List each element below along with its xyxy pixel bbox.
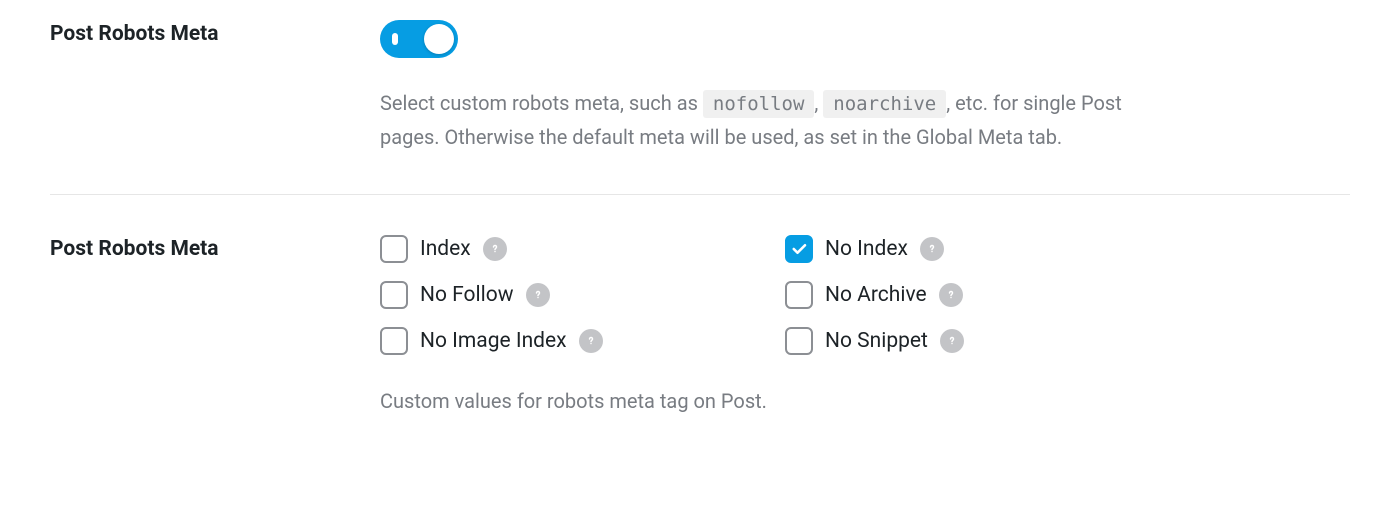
toggle-knob-icon — [424, 24, 454, 54]
checkbox-no-index[interactable] — [785, 235, 813, 263]
checkbox-no-image-index[interactable] — [380, 327, 408, 355]
checkbox-index[interactable] — [380, 235, 408, 263]
checkbox-label-no-image-index: No Image Index — [420, 329, 567, 353]
help-icon[interactable] — [940, 329, 964, 353]
checkbox-no-follow[interactable] — [380, 281, 408, 309]
code-nofollow: nofollow — [703, 90, 815, 118]
post-robots-meta-toggle-row: Post Robots Meta Select custom robots me… — [50, 20, 1350, 195]
robots-meta-toggle[interactable] — [380, 20, 458, 58]
help-icon[interactable] — [579, 329, 603, 353]
toggle-indicator-icon — [392, 33, 398, 45]
code-noarchive: noarchive — [823, 90, 946, 118]
checkbox-item-no-archive: No Archive — [785, 281, 1180, 309]
help-icon[interactable] — [526, 283, 550, 307]
setting-content-checkboxes: Index No Index No Follow — [380, 235, 1350, 417]
toggle-description: Select custom robots meta, such as nofol… — [380, 86, 1180, 154]
checkbox-item-no-index: No Index — [785, 235, 1180, 263]
help-icon[interactable] — [920, 237, 944, 261]
checkbox-item-no-image-index: No Image Index — [380, 327, 775, 355]
checkboxes-description: Custom values for robots meta tag on Pos… — [380, 385, 1350, 417]
checkbox-label-no-snippet: No Snippet — [825, 329, 928, 353]
setting-content-toggle: Select custom robots meta, such as nofol… — [380, 20, 1350, 154]
checkbox-no-snippet[interactable] — [785, 327, 813, 355]
help-icon[interactable] — [939, 283, 963, 307]
checkbox-label-index: Index — [420, 237, 471, 261]
setting-label-checkboxes: Post Robots Meta — [50, 235, 380, 261]
checkbox-item-no-snippet: No Snippet — [785, 327, 1180, 355]
checkbox-item-index: Index — [380, 235, 775, 263]
checkbox-no-archive[interactable] — [785, 281, 813, 309]
checkbox-label-no-index: No Index — [825, 237, 908, 261]
checkmark-icon — [790, 240, 808, 258]
post-robots-meta-checkbox-row: Post Robots Meta Index No Index — [50, 235, 1350, 457]
desc-sep-1: , — [814, 91, 823, 115]
checkbox-label-no-archive: No Archive — [825, 283, 927, 307]
checkbox-grid: Index No Index No Follow — [380, 235, 1180, 355]
help-icon[interactable] — [483, 237, 507, 261]
setting-label-toggle: Post Robots Meta — [50, 20, 380, 46]
checkbox-item-no-follow: No Follow — [380, 281, 775, 309]
desc-text-1: Select custom robots meta, such as — [380, 91, 703, 115]
checkbox-label-no-follow: No Follow — [420, 283, 514, 307]
